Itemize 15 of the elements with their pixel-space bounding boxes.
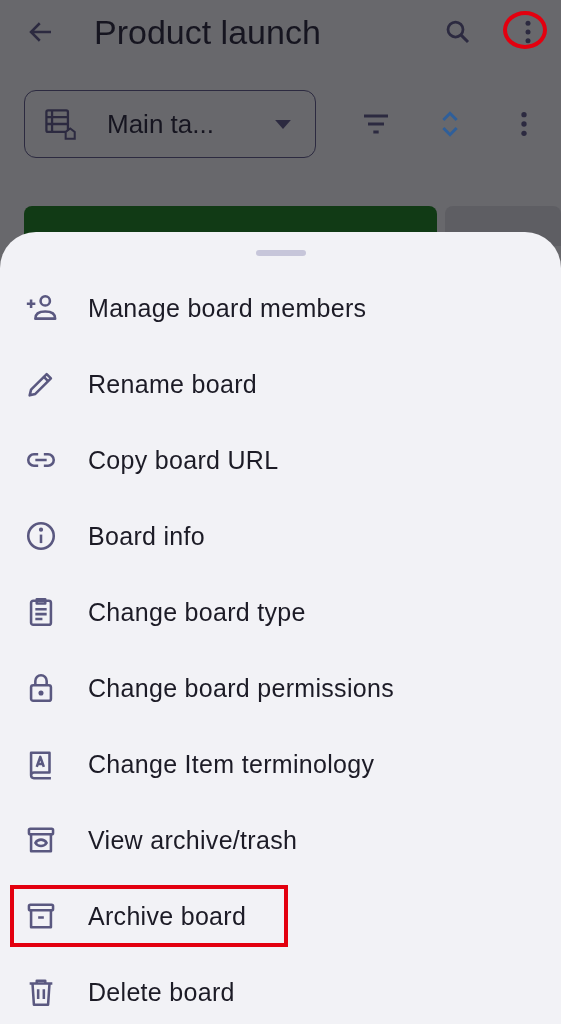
menu-item[interactable]: Board info: [0, 498, 561, 574]
menu-item[interactable]: Change Item terminology: [0, 726, 561, 802]
menu-item[interactable]: Delete board: [0, 954, 561, 1024]
table-home-icon: [43, 107, 77, 141]
menu-item[interactable]: Copy board URL: [0, 422, 561, 498]
menu-item[interactable]: Archive board: [10, 885, 288, 947]
menu-item[interactable]: Rename board: [0, 346, 561, 422]
menu-item[interactable]: Change board type: [0, 574, 561, 650]
menu-item[interactable]: Change board permissions: [0, 650, 561, 726]
dropdown-caret-icon: [275, 119, 291, 129]
menu-item[interactable]: View archive/trash: [0, 802, 561, 878]
page-title: Product launch: [94, 12, 322, 52]
drag-handle[interactable]: [255, 250, 306, 256]
menu-item[interactable]: Manage board members: [0, 270, 561, 346]
info-icon: [24, 519, 58, 553]
